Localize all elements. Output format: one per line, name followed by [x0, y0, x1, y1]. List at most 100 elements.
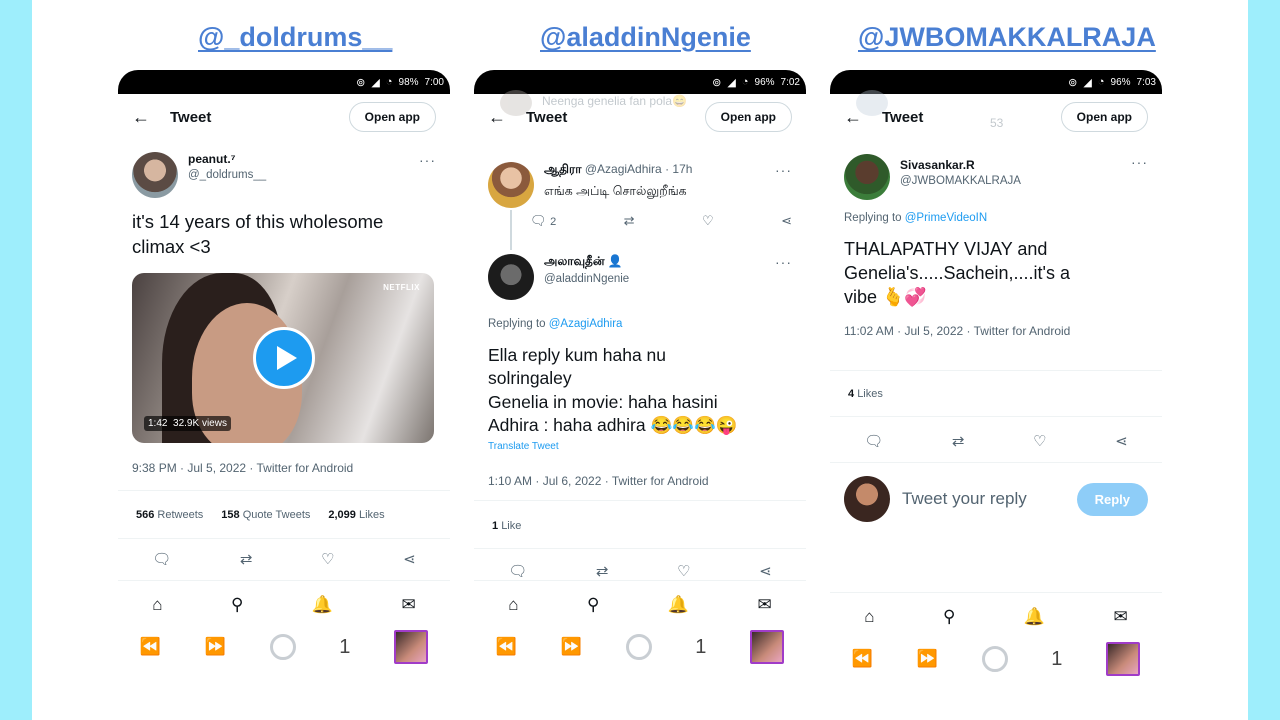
- open-app-button[interactable]: Open app: [704, 102, 792, 132]
- hotspot-icon: ⊚: [356, 76, 366, 89]
- replying-to-handle[interactable]: @PrimeVideoIN: [905, 212, 987, 224]
- home-icon[interactable]: ⌂: [864, 607, 874, 644]
- more-options-icon[interactable]: ···: [775, 162, 792, 178]
- hotspot-icon: ⊚: [712, 76, 722, 89]
- home-icon[interactable]: ⌂: [152, 595, 162, 632]
- loading-icon: [269, 634, 296, 660]
- main-tweet: அலாவுதீன் 👤 @aladdinNgenie ··· Replying …: [488, 254, 792, 488]
- tab-count[interactable]: 1: [1051, 648, 1062, 671]
- tweet-timestamp[interactable]: 11:02 AM · Jul 5, 2022 · Twitter for And…: [844, 324, 1148, 338]
- replying-to-handle[interactable]: @AzagiAdhira: [549, 318, 623, 330]
- battery-level: 96%: [754, 76, 775, 88]
- open-app-button[interactable]: Open app: [348, 102, 436, 132]
- handle-label-3[interactable]: @JWBOMAKKALRAJA: [858, 22, 1156, 53]
- likes-stat[interactable]: 4 Likes: [848, 388, 883, 400]
- clock: 7:00: [424, 76, 444, 88]
- hotspot-icon: ⊚: [1068, 76, 1078, 89]
- display-name[interactable]: அலாவுதீன் 👤: [544, 254, 775, 270]
- username[interactable]: @JWBOMAKKALRAJA: [900, 175, 1131, 187]
- play-icon[interactable]: [253, 327, 315, 390]
- divider: [474, 548, 806, 549]
- video-player[interactable]: NETFLIX 1:42 32.9K views: [132, 273, 434, 444]
- clock: 7:03: [1136, 76, 1156, 88]
- reply-icon[interactable]: 🗨: [152, 550, 171, 568]
- back-arrow-icon[interactable]: ←: [488, 107, 526, 128]
- page-title: Tweet: [170, 108, 212, 126]
- signal-icon: ◢: [1083, 76, 1092, 89]
- avatar[interactable]: [488, 162, 534, 208]
- reply-input[interactable]: Tweet your reply: [902, 489, 1077, 509]
- search-icon[interactable]: ⚲: [943, 607, 955, 644]
- home-icon[interactable]: ⌂: [508, 595, 518, 632]
- translate-link[interactable]: Translate Tweet: [488, 441, 792, 452]
- profile-thumbnail[interactable]: [394, 630, 429, 664]
- handle-label-1[interactable]: @_doldrums__: [198, 22, 392, 53]
- reply-icon[interactable]: 🗨 2: [530, 213, 556, 229]
- bottom-nav: ⌂ ⚲ 🔔 ✉: [830, 592, 1162, 644]
- search-icon[interactable]: ⚲: [231, 595, 243, 632]
- share-icon[interactable]: ⋖: [1115, 432, 1128, 450]
- notifications-icon[interactable]: 🔔: [312, 595, 333, 632]
- tweet-stats: 566 Retweets 158 Quote Tweets 2,099 Like…: [136, 509, 436, 521]
- notifications-icon[interactable]: 🔔: [668, 595, 689, 632]
- rewind-icon[interactable]: ⏪: [140, 637, 161, 657]
- like-icon[interactable]: ♡: [1033, 432, 1046, 450]
- like-icon[interactable]: ♡: [677, 562, 690, 580]
- likes-stat[interactable]: 1 Like: [492, 520, 521, 532]
- forward-icon[interactable]: ⏩: [205, 637, 226, 657]
- divider: [830, 370, 1162, 371]
- quote-tweets-stat[interactable]: 158 Quote Tweets: [221, 509, 310, 521]
- tweet-text: THALAPATHY VIJAY and Genelia's.....Sache…: [844, 239, 1070, 307]
- retweets-stat[interactable]: 566 Retweets: [136, 509, 203, 521]
- display-name[interactable]: ஆதிரா @AzagiAdhira · 17h: [544, 162, 775, 178]
- share-icon[interactable]: ⋖: [403, 550, 416, 568]
- more-options-icon[interactable]: ···: [775, 254, 792, 270]
- messages-icon[interactable]: ✉: [757, 595, 771, 632]
- tweet-timestamp[interactable]: 1:10 AM · Jul 6, 2022 · Twitter for Andr…: [488, 474, 792, 488]
- like-icon[interactable]: ♡: [321, 550, 334, 568]
- rewind-icon[interactable]: ⏪: [852, 649, 873, 669]
- more-options-icon[interactable]: ···: [1131, 154, 1148, 170]
- retweet-icon[interactable]: ⇄: [952, 432, 965, 450]
- open-app-button[interactable]: Open app: [1060, 102, 1148, 132]
- forward-icon[interactable]: ⏩: [917, 649, 938, 669]
- messages-icon[interactable]: ✉: [401, 595, 415, 632]
- divider: [830, 462, 1162, 463]
- profile-thumbnail[interactable]: [750, 630, 785, 664]
- retweet-icon[interactable]: ⇄: [240, 550, 253, 568]
- back-arrow-icon[interactable]: ←: [132, 107, 170, 128]
- profile-thumbnail[interactable]: [1106, 642, 1141, 676]
- share-icon[interactable]: ⋖: [781, 213, 792, 229]
- retweet-icon[interactable]: ⇄: [624, 213, 635, 229]
- reply-icon[interactable]: 🗨: [864, 432, 883, 450]
- username[interactable]: @_doldrums__: [188, 169, 419, 181]
- display-name[interactable]: Sivasankar.R: [900, 158, 1131, 172]
- display-name[interactable]: peanut.⁷: [188, 152, 419, 166]
- tweet-header: ← Tweet Open app: [118, 94, 450, 140]
- tweet-timestamp[interactable]: 9:38 PM · Jul 5, 2022 · Twitter for Andr…: [132, 461, 436, 475]
- loading-icon: [981, 646, 1008, 672]
- handle-label-2[interactable]: @aladdinNgenie: [540, 22, 751, 53]
- thread-line: [510, 210, 512, 250]
- tab-count[interactable]: 1: [695, 636, 706, 659]
- messages-icon[interactable]: ✉: [1113, 607, 1127, 644]
- avatar[interactable]: [132, 152, 178, 198]
- avatar[interactable]: [844, 154, 890, 200]
- retweet-icon[interactable]: ⇄: [596, 562, 609, 580]
- tab-count[interactable]: 1: [339, 636, 350, 659]
- username[interactable]: @aladdinNgenie: [544, 273, 775, 285]
- tweet-actions: 🗨 ⇄ ♡ ⋖: [830, 432, 1162, 450]
- forward-icon[interactable]: ⏩: [561, 637, 582, 657]
- tweet-header: ← Tweet Open app: [830, 94, 1162, 140]
- back-arrow-icon[interactable]: ←: [844, 107, 882, 128]
- notifications-icon[interactable]: 🔔: [1024, 607, 1045, 644]
- rewind-icon[interactable]: ⏪: [496, 637, 517, 657]
- reply-button[interactable]: Reply: [1076, 482, 1148, 516]
- more-options-icon[interactable]: ···: [419, 152, 436, 168]
- likes-stat[interactable]: 2,099 Likes: [328, 509, 384, 521]
- share-icon[interactable]: ⋖: [759, 562, 772, 580]
- search-icon[interactable]: ⚲: [587, 595, 599, 632]
- like-icon[interactable]: ♡: [702, 213, 714, 229]
- avatar[interactable]: [488, 254, 534, 300]
- reply-icon[interactable]: 🗨: [508, 562, 527, 580]
